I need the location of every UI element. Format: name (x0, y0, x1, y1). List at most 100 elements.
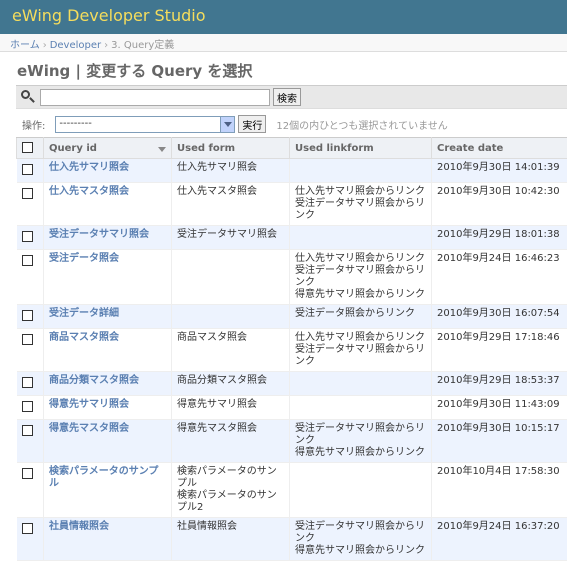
used-linkform-cell (289, 395, 432, 420)
row-checkbox[interactable] (21, 401, 33, 412)
row-checkbox[interactable] (21, 231, 33, 242)
row-select-cell (16, 225, 44, 250)
action-bar: 操作: --------- 実行 12個の内ひとつも選択されていません (16, 113, 567, 135)
results-table: Query id Used form Used linkform Create … (16, 137, 567, 561)
create-date-cell: 2010年9月24日 16:46:23 (431, 249, 567, 305)
query-id-link[interactable]: 商品マスタ照会 (49, 332, 119, 343)
breadcrumb-separator: › (104, 40, 109, 51)
breadcrumb-separator: › (42, 40, 47, 51)
used-linkform-entry: 受注データサマリ照会からリンク (295, 344, 425, 367)
used-linkform-entry: 受注データサマリ照会からリンク (295, 198, 425, 221)
create-date-cell: 2010年9月30日 10:15:17 (431, 419, 567, 463)
used-form-entry: 受注データサマリ照会 (177, 229, 277, 240)
query-id-cell: 受注データ詳細 (43, 304, 172, 329)
row-checkbox[interactable] (21, 425, 33, 436)
row-checkbox[interactable] (21, 188, 33, 199)
used-linkform-entry: 受注データサマリ照会からリンク (295, 265, 425, 288)
column-header-create-date[interactable]: Create date (431, 137, 567, 159)
create-date-cell: 2010年9月30日 14:01:39 (431, 158, 567, 183)
used-form-cell: 検索パラメータのサンプル 検索パラメータのサンプル2 (171, 462, 290, 518)
used-form-cell: 商品マスタ照会 (171, 328, 290, 372)
query-id-link[interactable]: 受注データ照会 (49, 253, 119, 264)
used-linkform-entry: 受注データサマリ照会からリンク (295, 521, 425, 544)
table-row: 受注データサマリ照会 受注データサマリ照会 2010年9月29日 18:01:38 (16, 225, 567, 250)
table-row: 検索パラメータのサンプル 検索パラメータのサンプル 検索パラメータのサンプル2 201… (16, 462, 567, 518)
table-row: 商品マスタ照会 商品マスタ照会 仕入先サマリ照会からリンク 受注データサマリ照会からリ… (16, 328, 567, 372)
chevron-down-icon[interactable] (220, 116, 235, 132)
row-checkbox[interactable] (21, 377, 33, 388)
used-linkform-entry: 仕入先サマリ照会からリンク (295, 253, 425, 264)
search-bar: 検索 (16, 85, 567, 109)
used-form-entry: 商品分類マスタ照会 (177, 375, 267, 386)
row-select-cell (16, 517, 44, 561)
column-header-query-id[interactable]: Query id (43, 137, 172, 159)
used-form-cell: 仕入先サマリ照会 (171, 158, 290, 183)
table-row: 仕入先マスタ照会 仕入先マスタ照会 仕入先サマリ照会からリンク 受注データサマリ照会か… (16, 182, 567, 226)
query-id-cell: 得意先サマリ照会 (43, 395, 172, 420)
used-linkform-entry: 得意先サマリ照会からリンク (295, 545, 425, 556)
breadcrumb-home[interactable]: ホーム (10, 40, 40, 51)
row-select-cell (16, 328, 44, 372)
used-form-cell: 得意先サマリ照会 (171, 395, 290, 420)
query-id-link[interactable]: 社員情報照会 (49, 521, 109, 532)
used-linkform-entry: 得意先サマリ照会からリンク (295, 447, 425, 458)
row-select-cell (16, 249, 44, 305)
query-id-link[interactable]: 検索パラメータのサンプル (49, 466, 158, 489)
sort-descending-icon[interactable] (158, 146, 166, 152)
table-row: 商品分類マスタ照会 商品分類マスタ照会 2010年9月29日 18:53:37 (16, 371, 567, 396)
query-id-cell: 受注データ照会 (43, 249, 172, 305)
create-date-cell: 2010年9月30日 11:43:09 (431, 395, 567, 420)
used-linkform-entry: 仕入先サマリ照会からリンク (295, 332, 425, 343)
row-select-cell (16, 182, 44, 226)
create-date-cell: 2010年9月24日 16:37:20 (431, 517, 567, 561)
search-input[interactable] (40, 88, 270, 106)
used-linkform-cell: 受注データ照会からリンク (289, 304, 432, 329)
page-title: eWing | 変更する Query を選択 (17, 62, 253, 80)
query-id-cell: 得意先マスタ照会 (43, 419, 172, 463)
query-id-link[interactable]: 商品分類マスタ照会 (49, 375, 139, 386)
table-row: 受注データ詳細 受注データ照会からリンク 2010年9月30日 16:07:54 (16, 304, 567, 329)
table-row: 得意先サマリ照会 得意先サマリ照会 2010年9月30日 11:43:09 (16, 395, 567, 420)
breadcrumb-app[interactable]: Developer (50, 40, 101, 51)
breadcrumb-current: 3. Query定義 (111, 40, 175, 51)
table-row: 得意先マスタ照会 得意先マスタ照会 受注データサマリ照会からリンク 得意先サマリ照会か… (16, 419, 567, 463)
query-id-cell: 商品マスタ照会 (43, 328, 172, 372)
column-header-used-form[interactable]: Used form (171, 137, 290, 159)
used-linkform-entry: 受注データサマリ照会からリンク (295, 423, 425, 446)
action-select[interactable]: --------- (55, 115, 236, 133)
search-button[interactable]: 検索 (273, 88, 301, 106)
query-id-link[interactable]: 仕入先サマリ照会 (49, 162, 129, 173)
create-date-cell: 2010年9月30日 16:07:54 (431, 304, 567, 329)
query-id-cell: 商品分類マスタ照会 (43, 371, 172, 396)
column-header-used-linkform[interactable]: Used linkform (289, 137, 432, 159)
row-checkbox[interactable] (21, 255, 33, 266)
used-linkform-entry: 仕入先サマリ照会からリンク (295, 186, 425, 197)
row-select-cell (16, 304, 44, 329)
query-id-link[interactable]: 得意先マスタ照会 (49, 423, 129, 434)
row-checkbox[interactable] (21, 523, 33, 534)
action-select-value: --------- (59, 117, 92, 129)
used-form-cell: 仕入先マスタ照会 (171, 182, 290, 226)
query-id-link[interactable]: 得意先サマリ照会 (49, 399, 129, 410)
used-form-entry: 仕入先マスタ照会 (177, 186, 257, 197)
query-id-link[interactable]: 受注データサマリ照会 (49, 229, 149, 240)
row-checkbox[interactable] (21, 334, 33, 345)
row-checkbox[interactable] (21, 468, 33, 479)
used-form-cell: 社員情報照会 (171, 517, 290, 561)
query-id-link[interactable]: 受注データ詳細 (49, 308, 119, 319)
used-linkform-cell: 受注データサマリ照会からリンク 得意先サマリ照会からリンク (289, 517, 432, 561)
query-id-cell: 仕入先マスタ照会 (43, 182, 172, 226)
select-all-header (16, 137, 44, 159)
create-date-cell: 2010年10月4日 17:58:30 (431, 462, 567, 518)
row-checkbox[interactable] (21, 310, 33, 321)
used-linkform-cell: 仕入先サマリ照会からリンク 受注データサマリ照会からリンク 得意先サマリ照会からリン… (289, 249, 432, 305)
breadcrumb: ホーム › Developer › 3. Query定義 (0, 34, 567, 52)
run-action-button[interactable]: 実行 (238, 115, 267, 133)
used-form-entry: 仕入先サマリ照会 (177, 162, 257, 173)
row-checkbox[interactable] (21, 164, 33, 175)
row-select-cell (16, 158, 44, 183)
select-all-checkbox[interactable] (22, 142, 33, 153)
used-form-entry: 得意先マスタ照会 (177, 423, 257, 434)
query-id-link[interactable]: 仕入先マスタ照会 (49, 186, 129, 197)
query-id-cell: 検索パラメータのサンプル (43, 462, 172, 518)
